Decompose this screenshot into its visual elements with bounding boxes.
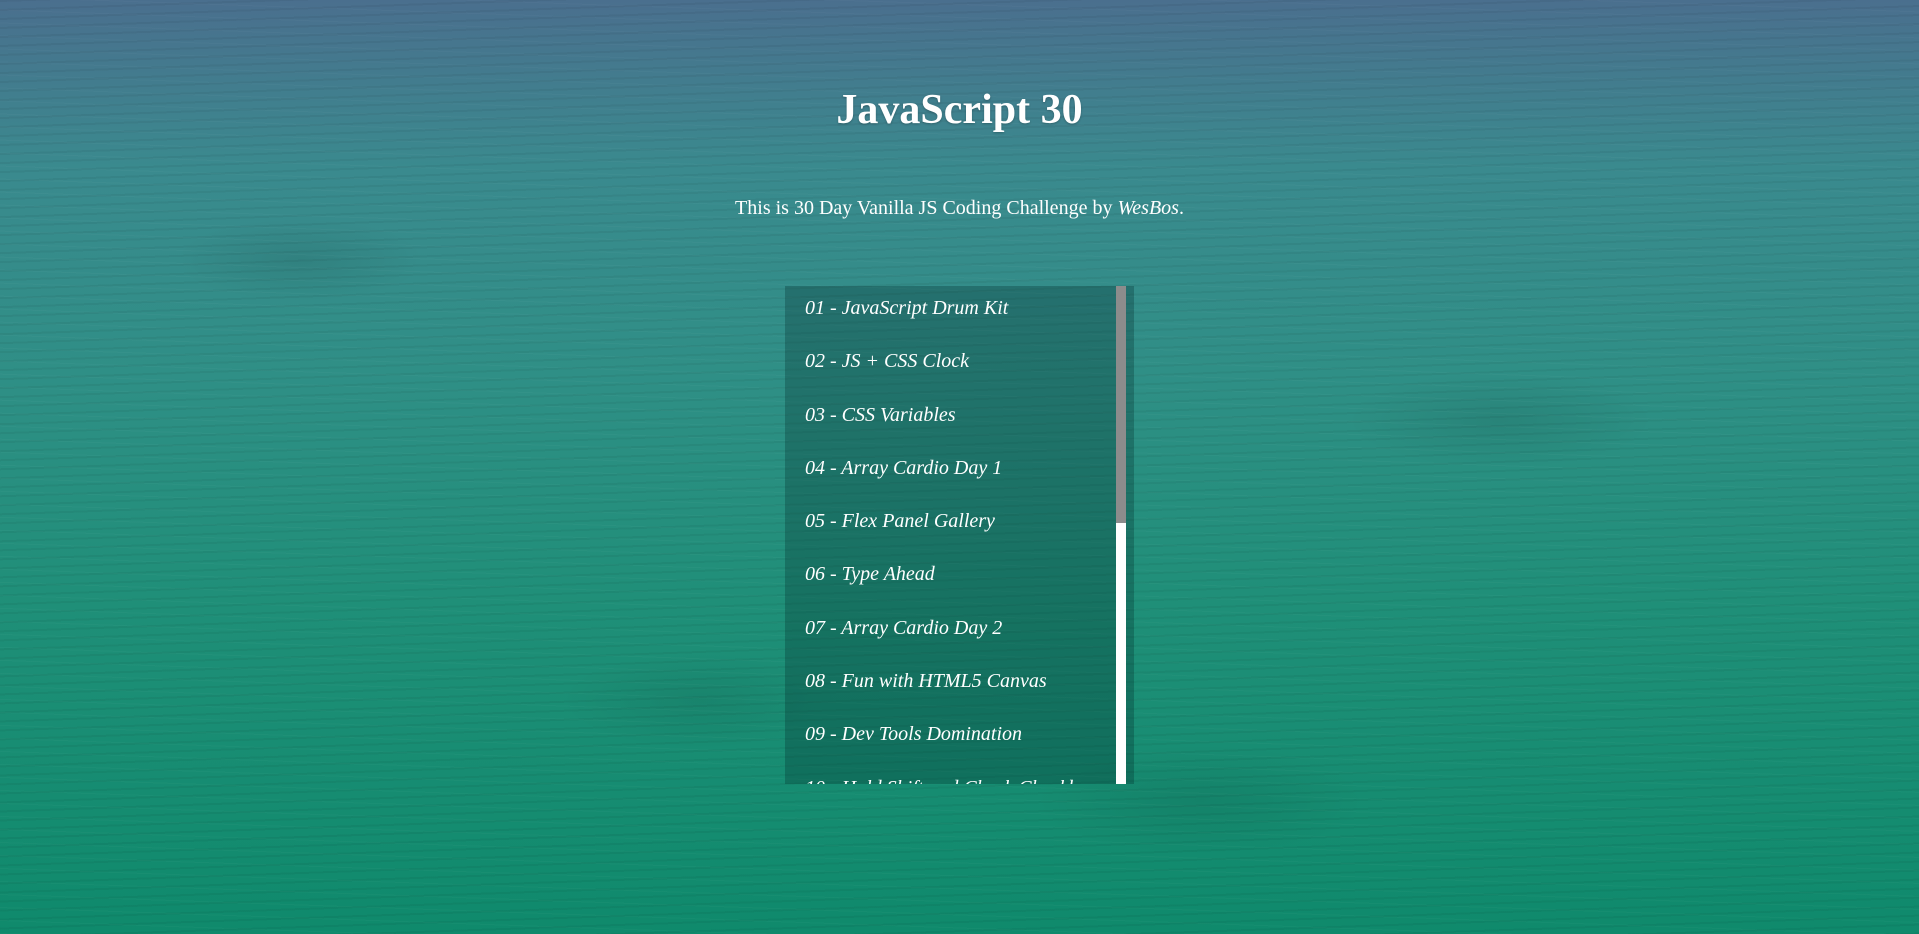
author-name: WesBos xyxy=(1117,197,1179,219)
list-scrollbar[interactable] xyxy=(1116,286,1126,784)
project-list-item[interactable]: 05 - Flex Panel Gallery xyxy=(785,499,1134,552)
project-list-item[interactable]: 04 - Array Cardio Day 1 xyxy=(785,446,1134,499)
page-title: JavaScript 30 xyxy=(836,87,1083,133)
project-list-item[interactable]: 01 - JavaScript Drum Kit xyxy=(785,286,1134,339)
project-list-item[interactable]: 03 - CSS Variables xyxy=(785,393,1134,446)
project-list-item[interactable]: 07 - Array Cardio Day 2 xyxy=(785,606,1134,659)
project-list-item[interactable]: 08 - Fun with HTML5 Canvas xyxy=(785,659,1134,712)
list-scrollbar-thumb[interactable] xyxy=(1116,286,1126,523)
project-list-item[interactable]: 10 - Hold Shift and Check Checkboxes xyxy=(785,766,1134,784)
intro-text-before: This is 30 Day Vanilla JS Coding Challen… xyxy=(735,197,1118,219)
project-list-panel[interactable]: 01 - JavaScript Drum Kit 02 - JS + CSS C… xyxy=(785,286,1134,784)
intro-text-after: . xyxy=(1178,197,1184,219)
project-list-item[interactable]: 06 - Type Ahead xyxy=(785,552,1134,605)
project-list: 01 - JavaScript Drum Kit 02 - JS + CSS C… xyxy=(785,286,1134,784)
intro-text: This is 30 Day Vanilla JS Coding Challen… xyxy=(0,197,1919,220)
project-list-item[interactable]: 02 - JS + CSS Clock xyxy=(785,339,1134,392)
project-list-item[interactable]: 09 - Dev Tools Domination xyxy=(785,712,1134,765)
